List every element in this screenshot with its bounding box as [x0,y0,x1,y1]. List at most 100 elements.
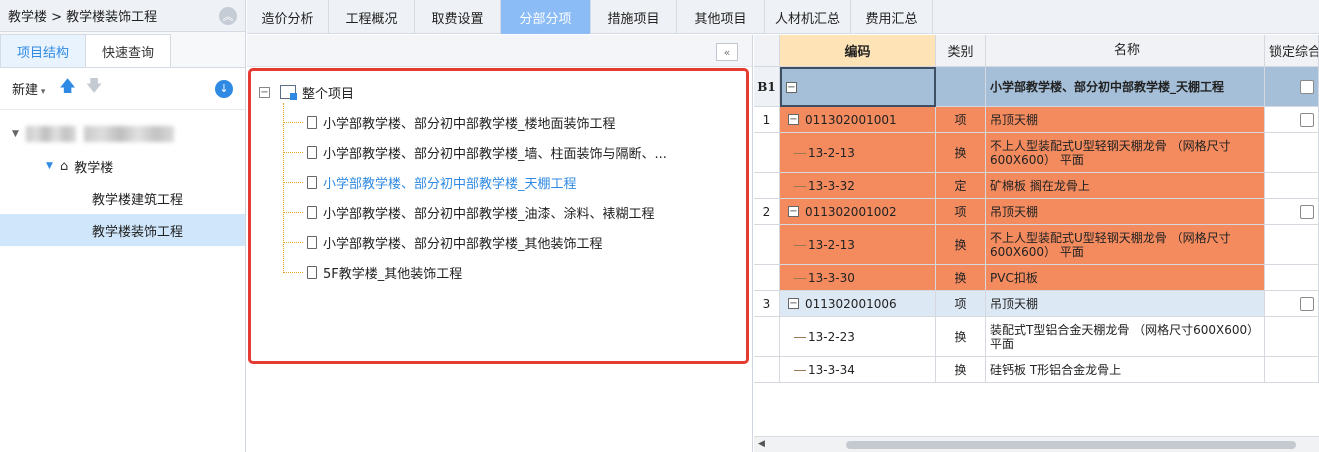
name-cell[interactable]: 矿棉板 搁在龙骨上 [986,173,1265,199]
header-lock[interactable]: 锁定综合 [1265,35,1319,67]
collapse-icon[interactable]: − [788,298,799,309]
lock-cell[interactable] [1265,265,1319,291]
move-up-icon[interactable]: 🡅 [59,75,75,102]
header-code[interactable]: 编码 [780,35,936,67]
code-cell[interactable]: 13-3-30 [780,265,936,291]
name-cell[interactable]: PVC扣板 [986,265,1265,291]
lock-checkbox[interactable] [1300,204,1314,219]
collapse-icon[interactable]: − [786,81,797,93]
type-cell[interactable]: 换 [936,133,986,173]
table-row[interactable]: 13-3-34 换 硅钙板 T形铝合金龙骨上 [754,357,1319,383]
tree-item[interactable]: 小学部教学楼、部分初中部教学楼_墙、柱面装饰与隔断、... [283,141,667,163]
tree-item[interactable]: 小学部教学楼、部分初中部教学楼_楼地面装饰工程 [283,111,616,133]
collapse-icon[interactable]: − [259,86,270,98]
code-cell[interactable]: 13-2-13 [780,225,936,265]
header-name[interactable]: 名称 [986,35,1265,67]
tab-project-overview[interactable]: 工程概况 [329,0,415,34]
tree-item-architecture[interactable]: 教学楼建筑工程 [0,182,245,214]
table-row[interactable]: 2 −011302001002 项 吊顶天棚 [754,199,1319,225]
name-cell[interactable]: 硅钙板 T形铝合金龙骨上 [986,357,1265,383]
expand-icon[interactable]: ▼ [46,161,60,171]
tab-other-items[interactable]: 其他项目 [677,0,765,34]
lock-cell[interactable] [1265,133,1319,173]
lock-checkbox[interactable] [1300,79,1314,94]
tree-item-decoration[interactable]: 教学楼装饰工程 [0,214,245,246]
code-cell[interactable]: 13-2-13 [780,133,936,173]
type-cell[interactable]: 换 [936,357,986,383]
type-cell[interactable]: 换 [936,225,986,265]
code-cell[interactable]: 13-3-32 [780,173,936,199]
lock-cell[interactable] [1265,225,1319,265]
tab-sub-items[interactable]: 分部分项 [501,0,591,34]
name-cell[interactable]: 吊顶天棚 [986,107,1265,133]
type-cell[interactable]: 定 [936,173,986,199]
code-cell[interactable]: 13-3-34 [780,357,936,383]
tab-fee-summary[interactable]: 费用汇总 [851,0,933,34]
name-cell[interactable]: 小学部教学楼、部分初中部教学楼_天棚工程 [986,67,1265,107]
tree-item-project[interactable]: ▼ [0,118,245,150]
lock-cell[interactable] [1265,291,1319,317]
type-cell[interactable]: 换 [936,317,986,357]
lock-cell[interactable] [1265,173,1319,199]
type-cell[interactable]: 换 [936,265,986,291]
tree-root[interactable]: − 整个项目 [259,81,354,103]
code-cell[interactable]: −011302001001 [780,107,936,133]
tree-item[interactable]: 小学部教学楼、部分初中部教学楼_油漆、涂料、裱糊工程 [283,201,655,223]
tab-quick-query[interactable]: 快速查询 [85,34,172,67]
collapse-icon[interactable]: − [788,114,799,125]
lock-checkbox[interactable] [1300,112,1314,127]
code-cell[interactable]: −011302001002 [780,199,936,225]
table-row[interactable]: B1 − 小学部教学楼、部分初中部教学楼_天棚工程 [754,67,1319,107]
lock-cell[interactable] [1265,67,1319,107]
table-row[interactable]: 13-2-13 换 不上人型装配式U型轻钢天棚龙骨 （网格尺寸600X600） … [754,133,1319,173]
move-down-icon[interactable]: 🡇 [86,75,102,102]
table-row[interactable]: 13-2-13 换 不上人型装配式U型轻钢天棚龙骨 （网格尺寸600X600） … [754,225,1319,265]
redacted-text [26,126,76,142]
collapse-icon[interactable]: − [788,206,799,217]
code-cell[interactable]: −011302001006 [780,291,936,317]
horizontal-scrollbar[interactable]: ◀ [754,436,1319,452]
row-number: 3 [754,291,780,317]
scrollbar-thumb[interactable] [846,441,1296,449]
type-cell[interactable]: 项 [936,291,986,317]
name-cell[interactable]: 不上人型装配式U型轻钢天棚龙骨 （网格尺寸600X600） 平面 [986,133,1265,173]
type-cell[interactable]: 项 [936,107,986,133]
tab-labor-material-summary[interactable]: 人材机汇总 [765,0,851,34]
type-cell[interactable] [936,67,986,107]
tab-measures[interactable]: 措施项目 [591,0,677,34]
left-tab-bar: 项目结构 快速查询 [0,32,245,68]
lock-cell[interactable] [1265,317,1319,357]
new-button[interactable]: 新建 ▾ [12,79,45,98]
tree-item-building[interactable]: ▼ ⌂ 教学楼 [0,150,245,182]
table-row[interactable]: 13-3-30 换 PVC扣板 [754,265,1319,291]
tab-cost-analysis[interactable]: 造价分析 [247,0,329,34]
code-cell[interactable]: − [780,67,936,107]
lock-checkbox[interactable] [1300,296,1314,311]
lock-cell[interactable] [1265,357,1319,383]
name-cell[interactable]: 吊顶天棚 [986,291,1265,317]
tab-fee-settings[interactable]: 取费设置 [415,0,501,34]
scroll-left-icon[interactable]: ◀ [758,439,765,449]
tree-item[interactable]: 小学部教学楼、部分初中部教学楼_其他装饰工程 [283,231,603,253]
table-row[interactable]: 13-2-23 换 装配式T型铝合金天棚龙骨 （网格尺寸600X600） 平面 [754,317,1319,357]
tab-project-structure[interactable]: 项目结构 [0,34,87,67]
collapse-up-icon[interactable]: ︽ [219,6,237,25]
lock-cell[interactable] [1265,107,1319,133]
row-number [754,265,780,291]
lock-cell[interactable] [1265,199,1319,225]
table-row[interactable]: 3 −011302001006 项 吊顶天棚 [754,291,1319,317]
name-cell[interactable]: 装配式T型铝合金天棚龙骨 （网格尺寸600X600） 平面 [986,317,1265,357]
name-cell[interactable]: 不上人型装配式U型轻钢天棚龙骨 （网格尺寸600X600） 平面 [986,225,1265,265]
type-cell[interactable]: 项 [936,199,986,225]
tree-item[interactable]: 5F教学楼_其他装饰工程 [283,261,462,283]
table-row[interactable]: 1 −011302001001 项 吊顶天棚 [754,107,1319,133]
name-cell[interactable]: 吊顶天棚 [986,199,1265,225]
tree-item-selected[interactable]: 小学部教学楼、部分初中部教学楼_天棚工程 [283,171,577,193]
expand-icon[interactable]: ▼ [12,129,26,139]
breadcrumb-text: 教学楼 > 教学楼装饰工程 [8,10,158,25]
collapse-left-icon[interactable]: « [716,43,738,61]
table-row[interactable]: 13-3-32 定 矿棉板 搁在龙骨上 [754,173,1319,199]
code-cell[interactable]: 13-2-23 [780,317,936,357]
header-type[interactable]: 类别 [936,35,986,67]
download-icon[interactable]: ↓ [215,79,233,98]
